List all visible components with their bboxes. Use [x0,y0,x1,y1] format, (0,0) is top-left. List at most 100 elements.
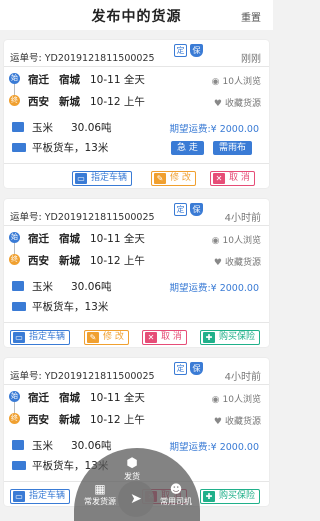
publish-time: 刚刚 [241,54,261,65]
edit-icon: ✎ [154,173,166,184]
publish-shortcut[interactable]: ⬢ 发货 [124,456,140,482]
button-label: 取 消 [229,173,250,183]
waybill-label: 运单号: [10,53,42,64]
reset-button[interactable]: 重置 [241,9,261,24]
destination-dot-icon: 终 [9,254,20,265]
waybill-value: YD2019121811500025 [44,53,155,64]
goods-weight: 30.06吨 [71,281,112,293]
destination-city: 西安 [28,96,49,108]
waybill-value: YD2019121811500025 [44,371,155,382]
truck-desc: 平板货车，13米 [32,142,109,154]
heart-icon: ♥ [213,258,222,268]
edit-icon: ✎ [87,332,99,343]
destination-district: 新城 [59,414,80,426]
assign-vehicle-button[interactable]: ▭ 指定车辆 [72,171,133,186]
truck-row: 平板货车，13米 [12,140,108,155]
divider [4,225,269,226]
price-value: ¥ 2000.00 [210,124,259,135]
view-count-value: 10 [222,395,234,405]
destination-date: 10-12 上午 [90,96,145,108]
destination-row: 西安 新城 10-12 上午 [28,94,145,109]
app-screen: 发布中的货源 重置 运单号: YD2019121811500025 定 保 刚刚… [0,0,273,521]
cancel-icon: ✕ [213,173,225,184]
expected-price: 期望运费:¥ 2000.00 [169,121,259,135]
favorite-label: 收藏货源 [224,99,261,109]
waybill-number: 运单号: YD2019121811500025 [10,368,155,382]
button-label: 指定车辆 [29,491,66,501]
divider [4,66,269,67]
shield-icon: ✚ [203,491,215,502]
view-count-value: 10 [222,77,234,87]
goods-icon: ▦ [94,482,106,496]
waybill-number: 运单号: YD2019121811500025 [10,209,155,223]
waybill-label: 运单号: [10,371,42,382]
origin-district: 宿城 [59,392,80,404]
destination-district: 新城 [59,255,80,267]
favorite-label: 收藏货源 [224,417,261,427]
assign-vehicle-button[interactable]: ▭ 指定车辆 [10,489,71,504]
origin-city: 宿迁 [28,74,49,86]
buy-insurance-button[interactable]: ✚ 购买保险 [200,330,261,345]
button-label: 取 消 [161,332,182,342]
origin-date: 10-11 全天 [90,392,145,404]
favorite-button[interactable]: ♥ 收藏货源 [214,414,261,427]
cancel-button[interactable]: ✕ 取 消 [142,330,187,345]
buy-insurance-button[interactable]: ✚ 购买保险 [200,489,261,504]
destination-date: 10-12 上午 [90,414,145,426]
designated-badge-icon: 定 [174,362,187,375]
heart-icon: ♥ [213,99,222,109]
destination-city: 西安 [28,255,49,267]
truck-icon [12,302,26,311]
goods-name: 玉米 [32,281,53,293]
view-count: ◉ 10人浏览 [212,233,261,246]
goods-row: 玉米 30.06吨 [12,438,112,453]
goods-row: 玉米 30.06吨 [12,120,112,135]
box-icon [12,122,24,132]
cargo-card[interactable]: 运单号: YD2019121811500025 定 保 刚刚 始 终 宿迁 宿城 1… [4,40,269,188]
truck-icon: ▭ [13,491,25,502]
waybill-number: 运单号: YD2019121811500025 [10,50,155,64]
goods-weight: 30.06吨 [71,122,112,134]
price-label: 期望运费: [169,283,211,294]
insured-badge-icon: 保 [190,362,203,375]
page-header: 发布中的货源 重置 [0,0,273,30]
destination-row: 西安 新城 10-12 上午 [28,412,145,427]
destination-dot-icon: 终 [9,95,20,106]
button-label: 指定车辆 [91,173,128,183]
navigation-arrow-icon[interactable]: ➤ [118,481,154,517]
divider [4,322,269,323]
origin-district: 宿城 [59,74,80,86]
goods-name: 玉米 [32,440,53,452]
urgent-tag: 急 走 [171,141,204,155]
origin-date: 10-11 全天 [90,74,145,86]
assign-vehicle-button[interactable]: ▭ 指定车辆 [10,330,71,345]
favorite-button[interactable]: ♥ 收藏货源 [214,96,261,109]
goods-name: 玉米 [32,122,53,134]
expected-price: 期望运费:¥ 2000.00 [169,280,259,294]
price-value: ¥ 2000.00 [210,283,259,294]
edit-button[interactable]: ✎ 修 改 [151,171,196,186]
origin-dot-icon: 始 [9,73,20,84]
common-driver-shortcut[interactable]: ☻ 常用司机 [160,482,192,507]
price-value: ¥ 2000.00 [210,442,259,453]
common-goods-shortcut[interactable]: ▦ 常发货源 [84,482,116,507]
origin-dot-icon: 始 [9,391,20,402]
favorite-button[interactable]: ♥ 收藏货源 [214,255,261,268]
shield-icon: ✚ [203,332,215,343]
truck-row: 平板货车，13米 [12,299,108,314]
truck-desc: 平板货车，13米 [32,301,109,313]
cancel-button[interactable]: ✕ 取 消 [210,171,255,186]
cargo-card[interactable]: 运单号: YD2019121811500025 定 保 4小时前 始 终 宿迁宿… [4,199,269,347]
origin-row: 宿迁 宿城 10-11 全天 [28,72,145,87]
common-driver-label: 常用司机 [160,497,192,506]
designated-badge-icon: 定 [174,203,187,216]
expected-price: 期望运费:¥ 2000.00 [169,439,259,453]
view-count: ◉ 10人浏览 [212,74,261,87]
truck-icon [12,461,26,470]
designated-badge-icon: 定 [174,44,187,57]
publish-time: 4小时前 [224,372,261,383]
truck-icon: ▭ [75,173,87,184]
insured-badge-icon: 保 [190,203,203,216]
edit-button[interactable]: ✎ 修 改 [84,330,129,345]
destination-district: 新城 [59,96,80,108]
